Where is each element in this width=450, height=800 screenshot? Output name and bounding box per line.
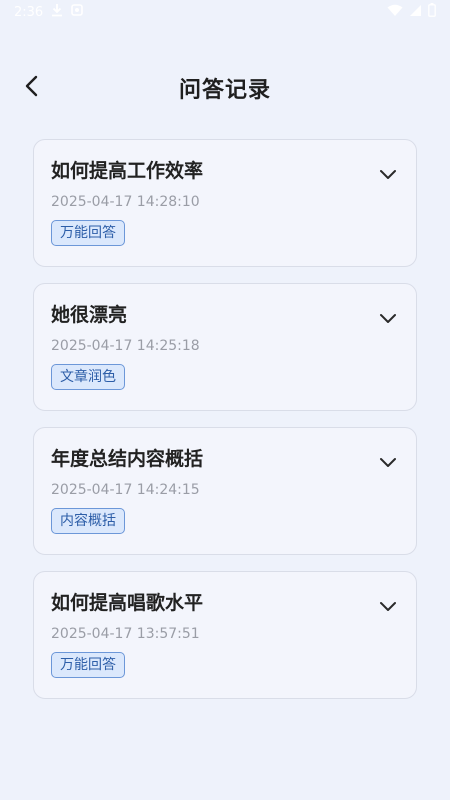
wifi-icon bbox=[387, 4, 403, 21]
header: 问答记录 bbox=[0, 60, 450, 116]
back-arrow-icon bbox=[24, 74, 40, 102]
download-icon bbox=[51, 3, 63, 21]
record-card[interactable]: 如何提高唱歌水平 2025-04-17 13:57:51 万能回答 bbox=[33, 571, 417, 699]
status-left: 2:36 bbox=[14, 3, 84, 21]
back-button[interactable] bbox=[18, 74, 46, 102]
sync-icon bbox=[71, 4, 84, 20]
record-time: 2025-04-17 14:25:18 bbox=[51, 338, 200, 354]
record-time: 2025-04-17 13:57:51 bbox=[51, 626, 200, 642]
page-title: 问答记录 bbox=[178, 78, 271, 103]
record-title: 她很漂亮 bbox=[51, 304, 128, 326]
record-tag: 文章润色 bbox=[51, 364, 125, 390]
record-card[interactable]: 年度总结内容概括 2025-04-17 14:24:15 内容概括 bbox=[33, 427, 417, 555]
record-title: 如何提高工作效率 bbox=[51, 160, 204, 182]
chevron-down-icon[interactable] bbox=[376, 306, 400, 330]
record-time: 2025-04-17 14:28:10 bbox=[51, 194, 200, 210]
battery-icon bbox=[428, 3, 436, 21]
status-bar: 2:36 bbox=[0, 0, 450, 24]
chevron-down-icon[interactable] bbox=[376, 594, 400, 618]
status-time: 2:36 bbox=[14, 4, 44, 20]
chevron-down-icon[interactable] bbox=[376, 162, 400, 186]
record-time: 2025-04-17 14:24:15 bbox=[51, 482, 200, 498]
record-tag: 万能回答 bbox=[51, 220, 125, 246]
record-tag: 万能回答 bbox=[51, 652, 125, 678]
status-right bbox=[387, 3, 436, 21]
chevron-down-icon[interactable] bbox=[376, 450, 400, 474]
record-title: 年度总结内容概括 bbox=[51, 448, 204, 470]
signal-icon bbox=[409, 4, 422, 21]
record-tag: 内容概括 bbox=[51, 508, 125, 534]
record-card[interactable]: 如何提高工作效率 2025-04-17 14:28:10 万能回答 bbox=[33, 139, 417, 267]
record-card[interactable]: 她很漂亮 2025-04-17 14:25:18 文章润色 bbox=[33, 283, 417, 411]
record-list: 如何提高工作效率 2025-04-17 14:28:10 万能回答 她很漂亮 2… bbox=[33, 139, 417, 699]
record-title: 如何提高唱歌水平 bbox=[51, 592, 204, 614]
